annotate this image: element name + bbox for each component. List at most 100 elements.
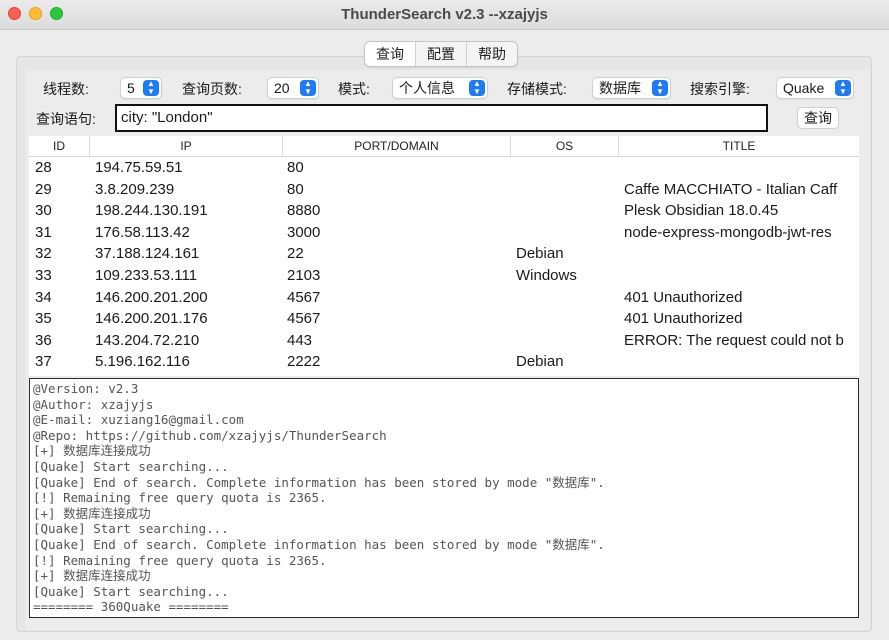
cell-id: 33 [35,267,52,284]
column-header-title[interactable]: TITLE [619,136,859,156]
cell-id: 32 [35,245,52,263]
cell-ip: 5.196.162.116 [95,353,190,371]
column-header-os[interactable]: OS [511,136,619,156]
cell-id: 34 [35,288,52,306]
cell-port: 22 [287,245,304,263]
cell-id: 36 [35,331,52,349]
threads-value: 5 [127,80,135,96]
tab-config[interactable]: 配置 [416,42,467,66]
table-row[interactable]: 37 5.196.162.116 2222 Debian [29,351,859,373]
cell-ip: 109.233.53.111 [95,267,198,284]
cell-os: Debian [516,245,564,263]
query-label: 查询语句: [36,111,96,127]
pages-label: 查询页数: [182,81,242,97]
cell-port: 8880 [287,202,321,220]
table-row[interactable]: 31 176.58.113.42 3000 node-express-mongodb-… [29,222,859,244]
pages-value: 20 [274,80,290,96]
cell-os: Windows [516,267,577,284]
table-header: ID IP PORT/DOMAIN OS TITLE [29,136,859,157]
cell-id: 31 [35,223,52,241]
cell-port: 80 [287,180,304,198]
cell-id: 37 [35,353,52,371]
table-row[interactable]: 32 37.188.124.161 22 Debian [29,243,859,265]
log-line: [!] Remaining free query quota is 2365. [33,490,327,506]
storage-value: 数据库 [599,80,641,96]
log-line: [Quake] End of search. Complete informat… [33,474,605,490]
log-line: [Quake] Start searching... [33,583,229,599]
table-row[interactable]: 28 194.75.59.51 80 [29,157,859,179]
cell-port: 4567 [287,288,321,306]
cell-ip: 37.188.124.161 [95,245,200,263]
log-line: [+] 数据库连接成功 [33,505,151,521]
window-title: ThunderSearch v2.3 --xzajyjs [341,6,548,23]
threads-label: 线程数: [43,81,89,97]
cell-ip: 176.58.113.42 [95,223,190,241]
results-table[interactable]: ID IP PORT/DOMAIN OS TITLE 28 194.75.59.5… [29,136,859,376]
engine-select[interactable]: Quake ▲ ▼ [776,77,854,99]
cell-title: Plesk Obsidian 18.0.45 [624,202,779,220]
table-row[interactable]: 30 198.244.130.191 8880 Plesk Obsidian 18.0… [29,200,859,222]
cell-ip: 146.200.201.200 [95,288,208,306]
log-output[interactable]: @Version: v2.3 @Author: xzajyjs @E-mail: x… [29,378,859,618]
table-row[interactable]: 34 146.200.201.200 4567 401 Unauthorized [29,287,859,309]
log-line: [Quake] End of search. Complete informat… [33,536,605,552]
title-bar: ThunderSearch v2.3 --xzajyjs [0,0,889,30]
log-line: [Quake] Start searching... [33,521,229,537]
storage-stepper-icon[interactable]: ▲ ▼ [652,80,668,96]
mode-stepper-icon[interactable]: ▲ ▼ [469,80,485,96]
table-row[interactable]: 35 146.200.201.176 4567 401 Unauthorized [29,308,859,330]
cell-ip: 194.75.59.51 [95,159,183,176]
cell-title: 401 Unauthorized [624,310,743,328]
log-line: @Repo: https://github.com/xzajyjs/Thunde… [33,427,387,443]
cell-id: 35 [35,310,52,328]
log-line: @Author: xzajyjs [33,396,154,412]
table-row[interactable]: 29 3.8.209.239 80 Caffe MACCHIATO - Italian… [29,179,859,201]
log-line: @E-mail: xuziang16@gmail.com [33,412,244,428]
tab-bar: 查询 配置 帮助 [364,41,518,67]
pages-stepper-icon[interactable]: ▲ ▼ [300,80,316,96]
tab-query[interactable]: 查询 [365,42,416,66]
storage-label: 存储模式: [507,81,567,97]
column-header-ip[interactable]: IP [90,136,283,156]
table-row[interactable]: 33 109.233.53.111 2103 Windows [29,265,859,287]
log-line: [Quake] Start searching... [33,458,229,474]
cell-title: Caffe MACCHIATO - Italian Caff [624,180,838,198]
cell-port: 4567 [287,310,321,328]
cell-id: 29 [35,180,52,198]
cell-id: 30 [35,202,52,220]
storage-select[interactable]: 数据库 ▲ ▼ [592,77,671,99]
cell-id: 28 [35,159,52,176]
cell-port: 2103 [287,267,321,284]
cell-port: 2222 [287,353,321,371]
table-row[interactable]: 36 143.204.72.210 443 ERROR: The request co… [29,330,859,352]
engine-label: 搜索引擎: [690,81,750,97]
log-line: [+] 数据库连接成功 [33,443,151,459]
engine-stepper-icon[interactable]: ▲ ▼ [835,80,851,96]
log-line: [!] Remaining free query quota is 2365. [33,552,327,568]
log-line: [+] 数据库连接成功 [33,568,151,584]
column-header-id[interactable]: ID [29,136,90,156]
column-header-port[interactable]: PORT/DOMAIN [283,136,511,156]
mode-value: 个人信息 [399,80,455,96]
mode-label: 模式: [338,81,370,97]
cell-port: 80 [287,159,304,176]
cell-os: Debian [516,353,564,371]
log-line: @Version: v2.3 [33,381,139,396]
cell-ip: 143.204.72.210 [95,331,200,349]
mode-select[interactable]: 个人信息 ▲ ▼ [392,77,488,99]
pages-select[interactable]: 20 ▲ ▼ [267,77,319,99]
cell-title: ERROR: The request could not b [624,331,844,349]
cell-ip: 146.200.201.176 [95,310,208,328]
query-input[interactable]: city: "London" [115,104,768,132]
cell-port: 3000 [287,223,321,241]
cell-title: 401 Unauthorized [624,288,743,306]
cell-title: node-express-mongodb-jwt-res [624,223,832,241]
cell-ip: 3.8.209.239 [95,180,175,198]
query-button[interactable]: 查询 [797,107,839,129]
threads-stepper-icon[interactable]: ▲ ▼ [143,80,159,96]
tab-help[interactable]: 帮助 [467,42,517,66]
log-line: ======== 360Quake ======== [33,599,229,615]
threads-select[interactable]: 5 ▲ ▼ [120,77,162,99]
cell-port: 443 [287,331,313,349]
engine-value: Quake [783,80,825,96]
